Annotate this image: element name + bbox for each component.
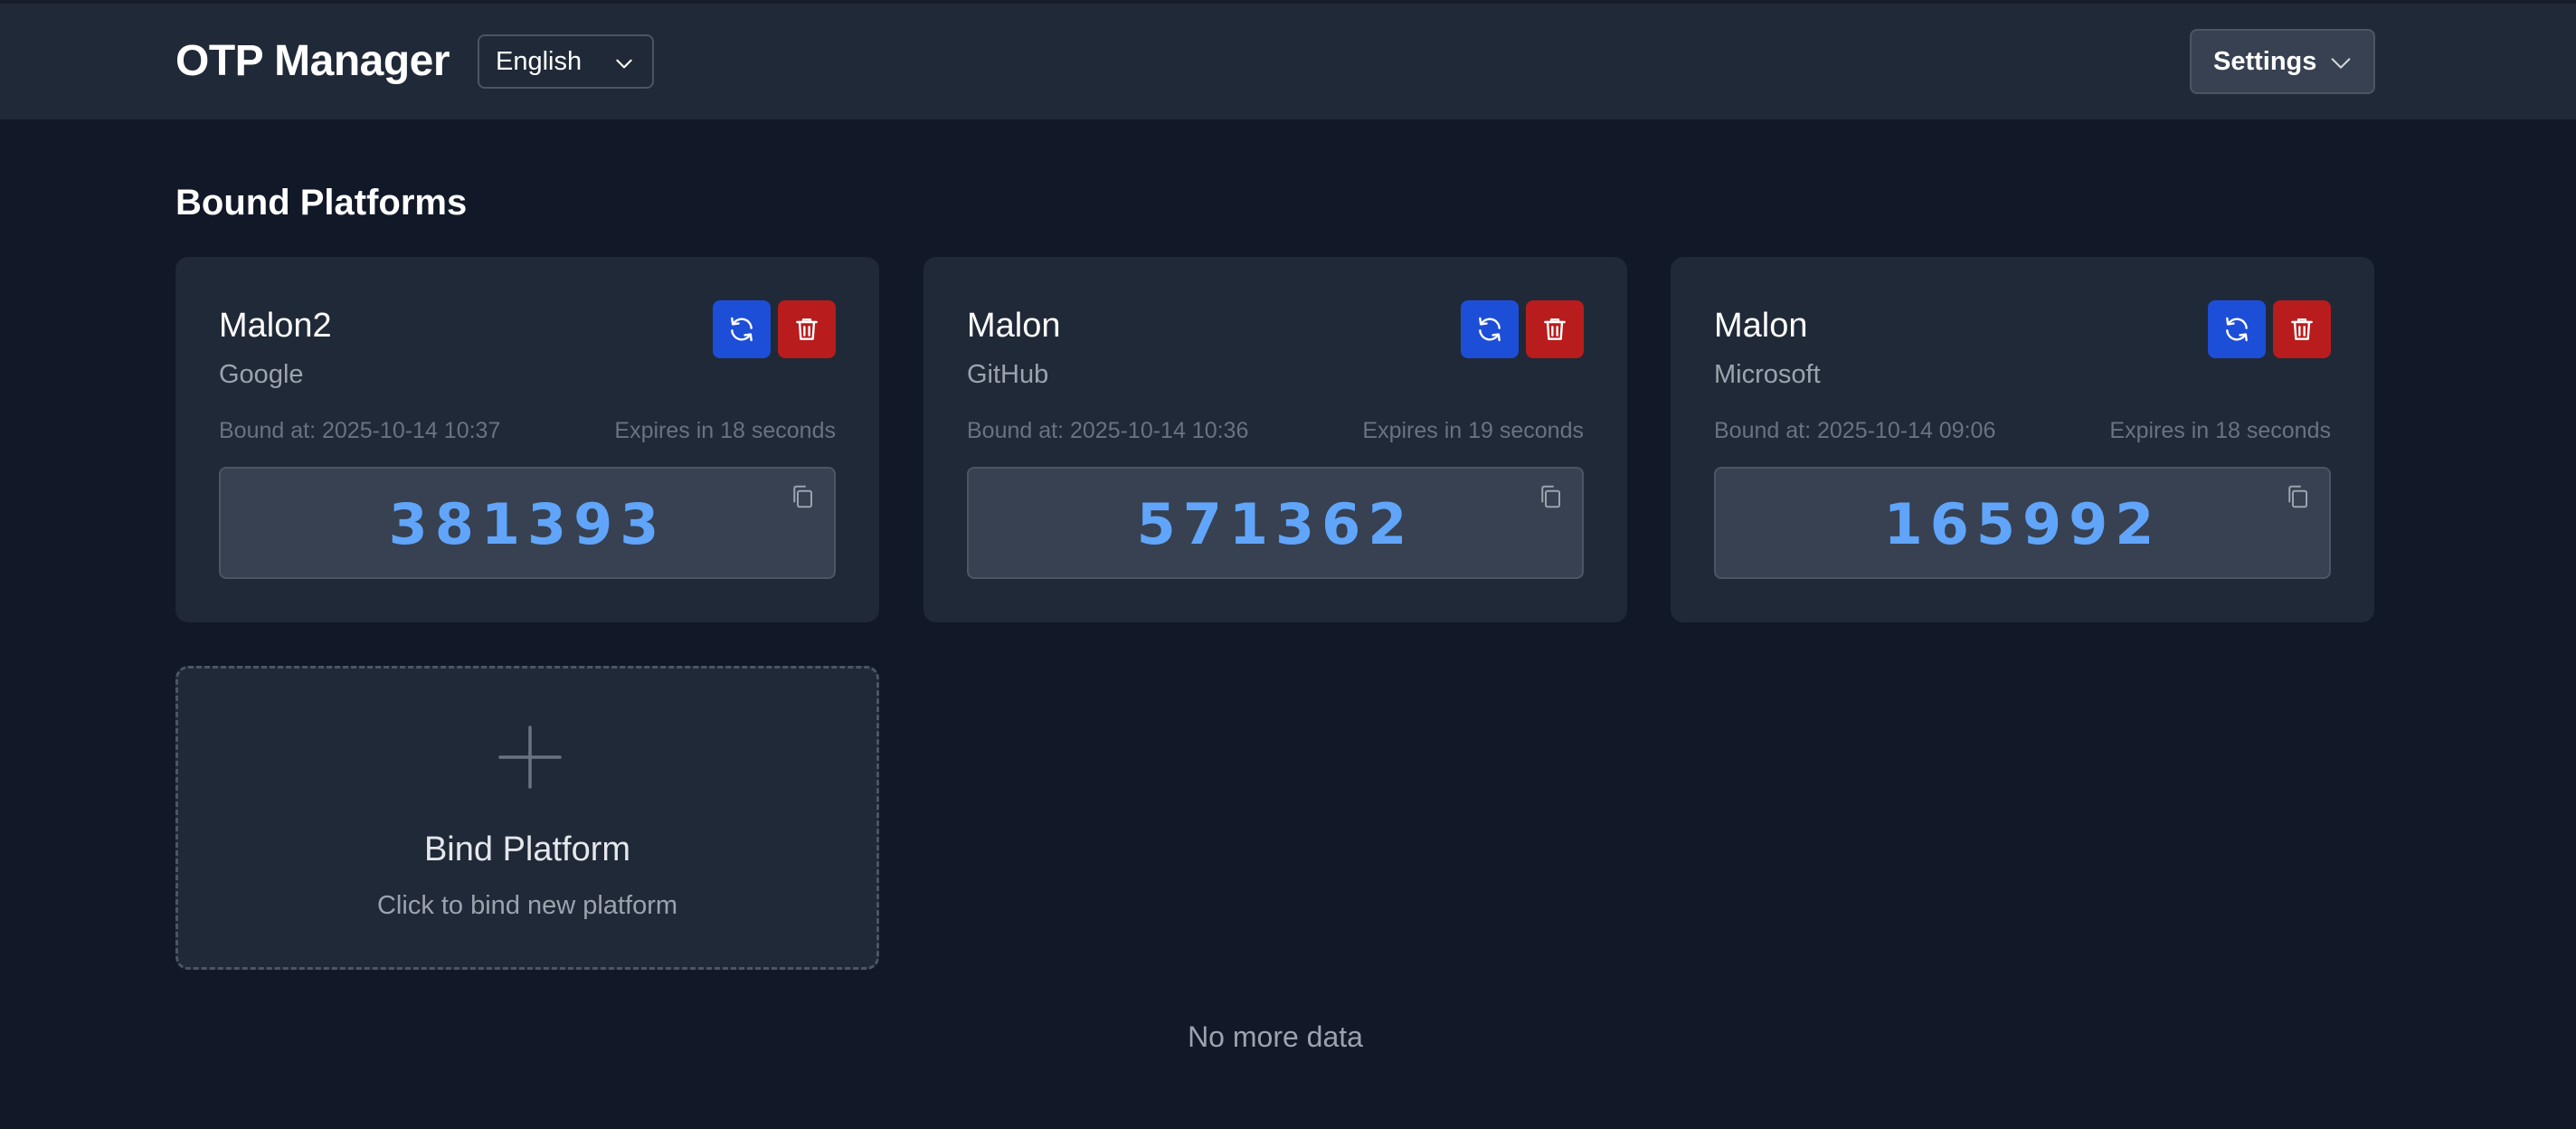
platform-name: Microsoft xyxy=(1714,360,1821,389)
settings-button-label: Settings xyxy=(2213,46,2317,76)
bind-platform-title: Bind Platform xyxy=(423,830,631,868)
platform-card: Malon Microsoft Bound at: 2025-10-14 09:… xyxy=(1671,257,2374,622)
trash-icon xyxy=(796,318,818,340)
otp-code-box[interactable]: 571362 xyxy=(967,467,1584,579)
refresh-icon xyxy=(731,317,753,342)
bound-at-text: Bound at: 2025-10-14 10:37 xyxy=(219,418,501,443)
platform-name: Google xyxy=(219,360,304,389)
settings-button[interactable]: Settings xyxy=(2190,29,2375,94)
expires-text: Expires in 18 seconds xyxy=(2109,418,2331,443)
expires-text: Expires in 19 seconds xyxy=(1362,418,1584,443)
bind-platform-card[interactable]: Bind Platform Click to bind new platform xyxy=(175,666,879,970)
account-name: Malon xyxy=(967,307,1061,345)
bound-at-text: Bound at: 2025-10-14 09:06 xyxy=(1714,418,1996,443)
delete-button[interactable] xyxy=(778,300,836,358)
delete-button[interactable] xyxy=(2273,300,2331,358)
refresh-button[interactable] xyxy=(713,300,771,358)
plus-icon xyxy=(498,726,562,789)
chevron-down-icon xyxy=(2331,58,2351,69)
refresh-button[interactable] xyxy=(2208,300,2266,358)
refresh-icon xyxy=(1479,317,1501,342)
account-name: Malon2 xyxy=(219,307,332,345)
platform-card: Malon GitHub Bound at: 2025-10-14 10:36 … xyxy=(923,257,1627,622)
no-more-data-text: No more data xyxy=(1188,1020,1363,1053)
bound-at-text: Bound at: 2025-10-14 10:36 xyxy=(967,418,1249,443)
top-bar: OTP Manager English Settings xyxy=(0,0,2576,119)
refresh-button[interactable] xyxy=(1461,300,1519,358)
chevron-down-icon xyxy=(616,59,632,69)
copy-icon[interactable] xyxy=(1537,483,1564,510)
copy-icon[interactable] xyxy=(2284,483,2311,510)
otp-code: 571362 xyxy=(1136,491,1415,557)
trash-icon xyxy=(1544,318,1566,340)
bind-platform-subtitle: Click to bind new platform xyxy=(376,891,678,920)
section-title: Bound Platforms xyxy=(175,183,468,223)
app-title: OTP Manager xyxy=(175,37,450,85)
otp-code-box[interactable]: 165992 xyxy=(1714,467,2331,579)
copy-icon[interactable] xyxy=(789,483,816,510)
platform-name: GitHub xyxy=(967,360,1049,389)
language-select[interactable]: English xyxy=(478,34,654,89)
expires-text: Expires in 18 seconds xyxy=(614,418,836,443)
otp-code-box[interactable]: 381393 xyxy=(219,467,836,579)
delete-button[interactable] xyxy=(1526,300,1584,358)
otp-code: 165992 xyxy=(1883,491,2162,557)
otp-code: 381393 xyxy=(388,491,667,557)
language-select-value: English xyxy=(496,46,582,76)
account-name: Malon xyxy=(1714,307,1808,345)
platform-card: Malon2 Google Bound at: 2025-10-14 10:37… xyxy=(175,257,879,622)
refresh-icon xyxy=(2226,317,2248,342)
trash-icon xyxy=(2291,318,2313,340)
